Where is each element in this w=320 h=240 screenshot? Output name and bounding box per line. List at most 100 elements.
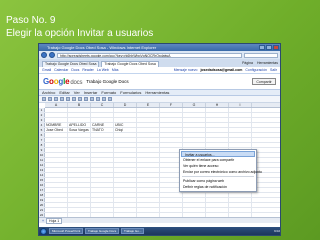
back-icon[interactable] [41, 52, 47, 58]
grid-cell[interactable] [114, 188, 137, 192]
grid-cell[interactable] [160, 123, 183, 127]
grid-cell[interactable] [229, 138, 252, 142]
add-sheet-button[interactable]: + [42, 219, 44, 223]
grid-cell[interactable] [183, 128, 206, 132]
menu-edit[interactable]: Editar [59, 90, 69, 95]
column-header[interactable]: G [183, 103, 206, 107]
grid-cell[interactable] [91, 178, 114, 182]
grid-cell[interactable] [206, 108, 229, 112]
grid-cell[interactable] [183, 143, 206, 147]
grid-cell[interactable] [160, 143, 183, 147]
grid-cell[interactable] [137, 158, 160, 162]
grid-cell[interactable]: TNATO [91, 128, 114, 132]
grid-cell[interactable] [68, 188, 91, 192]
grid-cell[interactable] [229, 108, 252, 112]
grid-cell[interactable] [229, 118, 252, 122]
grid-cell[interactable] [114, 158, 137, 162]
grid-cell[interactable] [68, 148, 91, 152]
grid-cell[interactable] [160, 138, 183, 142]
grid-cell[interactable] [206, 208, 229, 212]
grid-cell[interactable] [91, 148, 114, 152]
wrap-icon[interactable] [102, 97, 106, 101]
sheet-tab[interactable]: Hoja 1 [46, 217, 63, 224]
grid-cell[interactable] [91, 138, 114, 142]
grid-cell[interactable] [68, 178, 91, 182]
grid-cell[interactable] [160, 208, 183, 212]
grid-cell[interactable] [68, 158, 91, 162]
grid-cell[interactable] [229, 143, 252, 147]
grid-cell[interactable] [137, 178, 160, 182]
grid-cell[interactable] [68, 143, 91, 147]
grid-cell[interactable] [68, 113, 91, 117]
grid-cell[interactable] [137, 208, 160, 212]
grid-cell[interactable] [137, 193, 160, 197]
grid-cell[interactable] [114, 118, 137, 122]
grid-cell[interactable]: UBIC [114, 123, 137, 127]
grid-cell[interactable] [229, 128, 252, 132]
menu-insert[interactable]: Insertar [84, 90, 98, 95]
grid-cell[interactable] [91, 108, 114, 112]
grid-cell[interactable] [114, 198, 137, 202]
menu-format[interactable]: Formato [101, 90, 116, 95]
grid-cell[interactable] [114, 108, 137, 112]
grid-cell[interactable] [114, 153, 137, 157]
google-docs-logo[interactable]: Googledocs [43, 77, 82, 86]
grid-cell[interactable]: APELLIDO [68, 123, 91, 127]
grid-cell[interactable] [114, 173, 137, 177]
grid-cell[interactable]: NOMBRE [45, 123, 68, 127]
grid-cell[interactable] [137, 203, 160, 207]
taskbar-button[interactable]: Trabajo Google Docs [85, 228, 119, 234]
grid-cell[interactable] [68, 153, 91, 157]
grid-cell[interactable] [137, 168, 160, 172]
grid-cell[interactable] [229, 198, 252, 202]
grid-cell[interactable] [45, 163, 68, 167]
grid-cell[interactable] [206, 138, 229, 142]
grid-cell[interactable] [183, 113, 206, 117]
currency-icon[interactable] [60, 97, 64, 101]
column-header[interactable]: I [229, 103, 252, 107]
grid-cell[interactable] [91, 193, 114, 197]
fill-color-icon[interactable] [84, 97, 88, 101]
grid-cell[interactable] [137, 198, 160, 202]
grid-cell[interactable] [45, 143, 68, 147]
close-icon[interactable] [273, 45, 279, 50]
grid-cell[interactable] [45, 193, 68, 197]
grid-cell[interactable] [45, 118, 68, 122]
share-menu-item[interactable]: Enviar por correo electrónico como archi… [180, 169, 262, 175]
gbar-new-message[interactable]: Mensaje nuevo [174, 68, 198, 72]
grid-cell[interactable] [68, 193, 91, 197]
grid-cell[interactable] [114, 143, 137, 147]
borders-icon[interactable] [90, 97, 94, 101]
grid-cell[interactable] [45, 133, 68, 137]
grid-cell[interactable] [91, 113, 114, 117]
grid-cell[interactable] [229, 203, 252, 207]
grid-cell[interactable] [45, 188, 68, 192]
sum-icon[interactable] [108, 97, 112, 101]
grid-cell[interactable] [68, 133, 91, 137]
grid-cell[interactable] [137, 118, 160, 122]
page-menu[interactable]: Página [242, 60, 253, 66]
grid-cell[interactable] [229, 133, 252, 137]
grid-cell[interactable] [137, 143, 160, 147]
gbar-settings[interactable]: Configuración [245, 68, 267, 72]
grid-cell[interactable] [45, 108, 68, 112]
grid-cell[interactable] [183, 133, 206, 137]
column-header[interactable]: B [68, 103, 91, 107]
grid-cell[interactable] [160, 203, 183, 207]
grid-cell[interactable] [68, 208, 91, 212]
grid-cell[interactable] [206, 193, 229, 197]
grid-cell[interactable] [183, 208, 206, 212]
grid-cell[interactable] [68, 138, 91, 142]
grid-cell[interactable] [114, 138, 137, 142]
grid-cell[interactable] [45, 158, 68, 162]
redo-icon[interactable] [54, 97, 58, 101]
grid-cell[interactable] [91, 188, 114, 192]
gbar-link-gmail[interactable]: Gmail [42, 68, 51, 72]
grid-cell[interactable] [160, 193, 183, 197]
forward-icon[interactable] [49, 52, 55, 58]
grid-cell[interactable] [45, 148, 68, 152]
menu-view[interactable]: Ver [74, 90, 80, 95]
grid-cell[interactable] [114, 178, 137, 182]
gbar-link-docs[interactable]: Docs [71, 68, 79, 72]
grid-cell[interactable] [160, 198, 183, 202]
